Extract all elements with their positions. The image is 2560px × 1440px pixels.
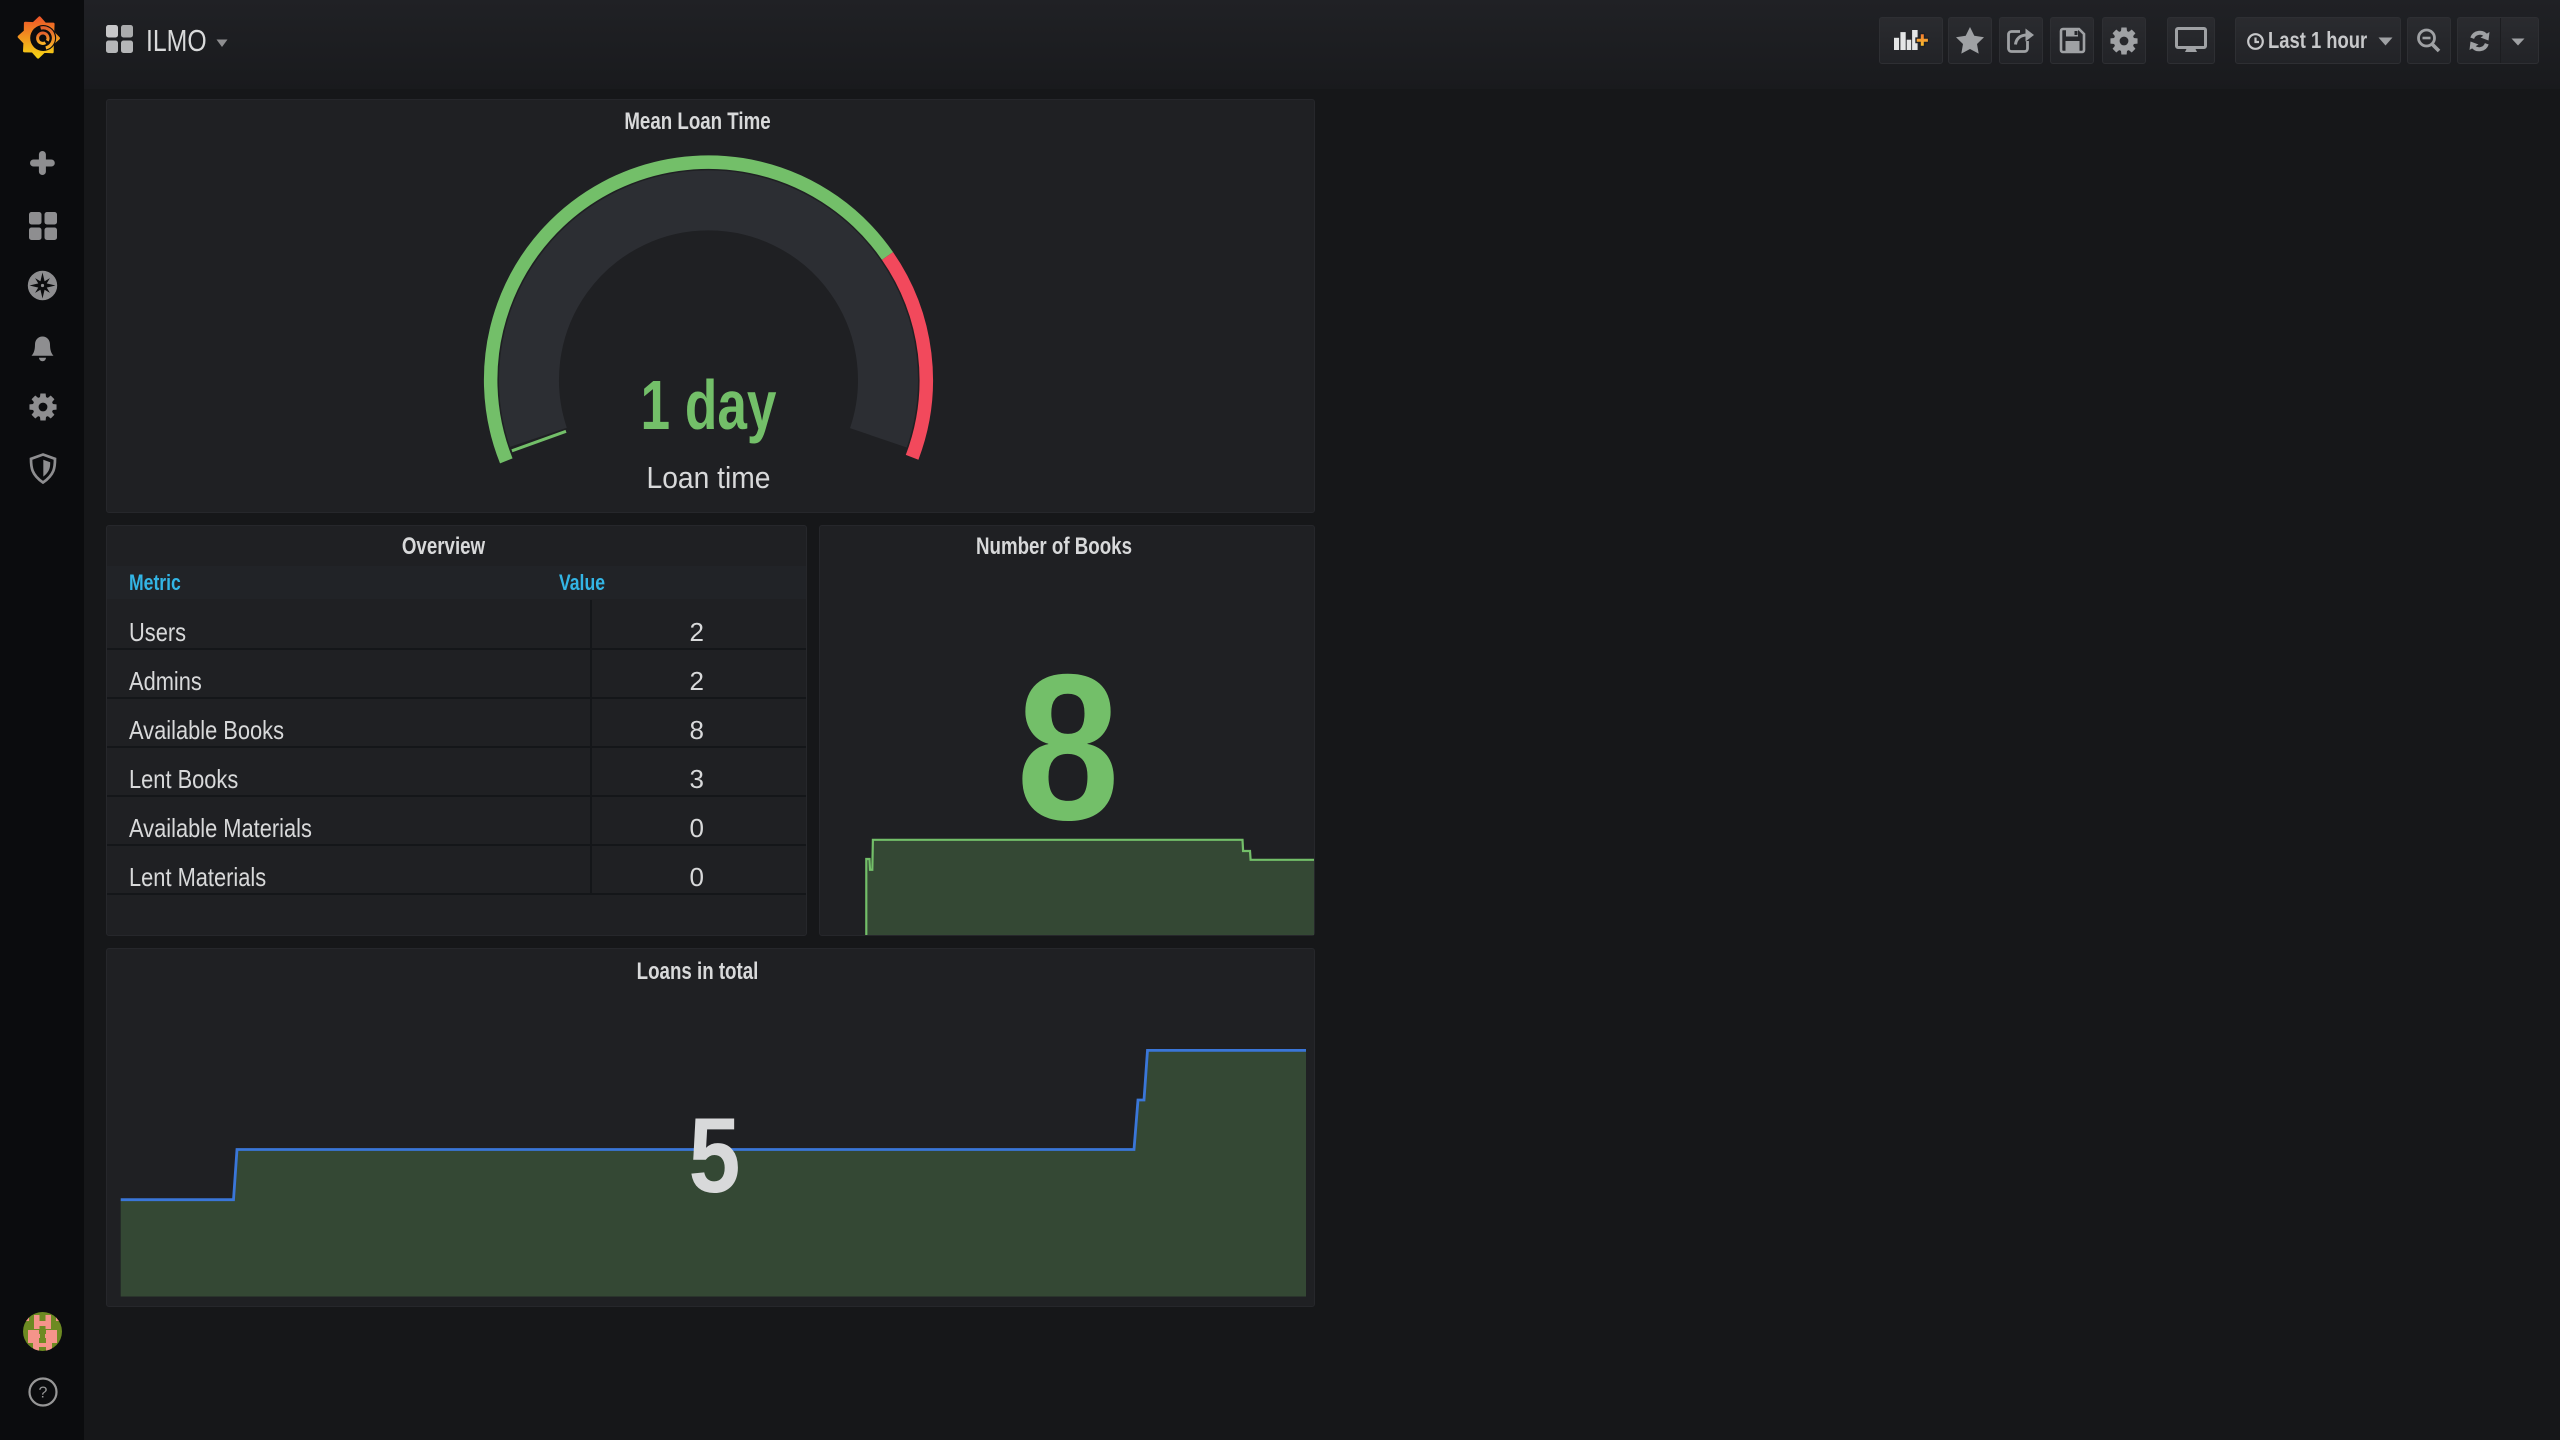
svg-text:1 day: 1 day bbox=[641, 366, 777, 444]
svg-text:?: ? bbox=[39, 1385, 48, 1402]
svg-text:Loan time: Loan time bbox=[647, 460, 771, 495]
svg-text:8: 8 bbox=[1017, 632, 1120, 864]
svg-text:5: 5 bbox=[689, 1095, 741, 1215]
